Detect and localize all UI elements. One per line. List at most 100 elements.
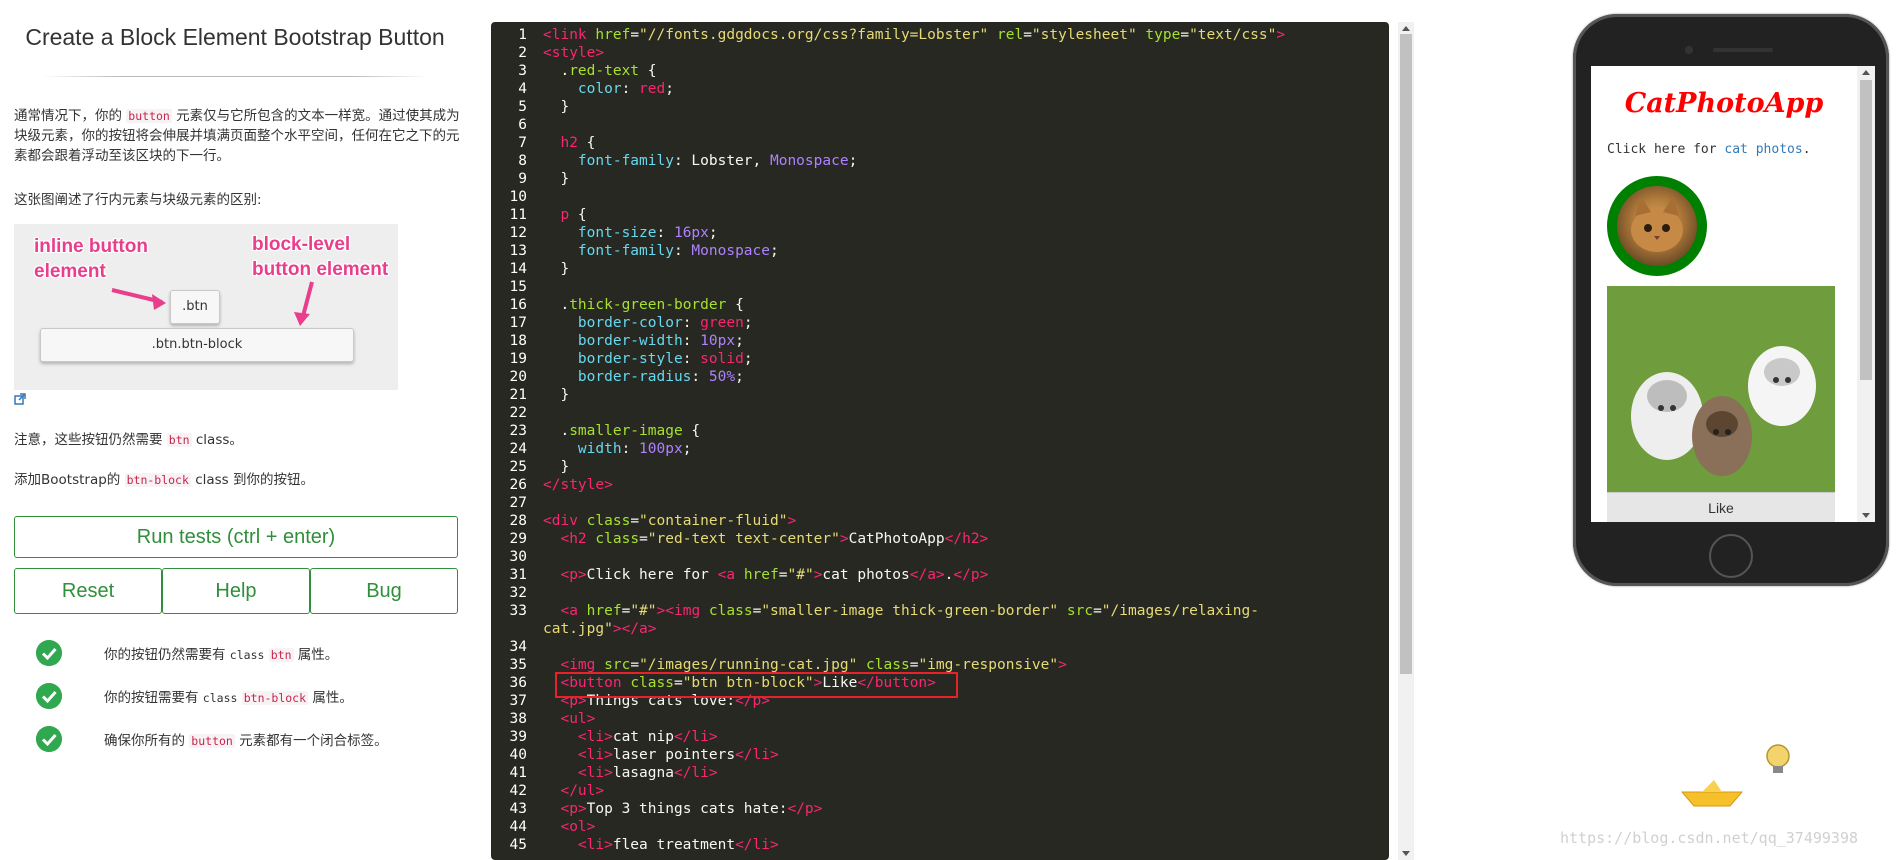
line-number: 26 <box>509 477 527 493</box>
line-number: 45 <box>509 837 527 853</box>
code-line[interactable]: <p>Top 3 things cats hate:</p> <box>543 800 822 818</box>
line-number: 9 <box>518 171 527 187</box>
code-line[interactable]: <li>cat nip</li> <box>543 728 718 746</box>
line-number: 15 <box>509 279 527 295</box>
code-line[interactable]: .thick-green-border { <box>543 296 743 314</box>
test-text: 你的按钮仍然需要有 class btn 属性。 <box>104 643 338 663</box>
code-line[interactable]: <li>lasagna</li> <box>543 764 718 782</box>
code-line[interactable]: } <box>543 98 569 116</box>
running-cat-image <box>1607 286 1835 514</box>
line-number: 14 <box>509 261 527 277</box>
code-line[interactable]: <a href="#"><img class="smaller-image th… <box>543 602 1258 620</box>
line-number: 22 <box>509 405 527 421</box>
code-line[interactable]: border-radius: 50%; <box>543 368 744 386</box>
paragraph-text: 添加Bootstrap的 <box>14 472 125 488</box>
code-line[interactable]: <h2 class="red-text text-center">CatPhot… <box>543 530 988 548</box>
code-line[interactable]: cat.jpg"></a> <box>543 620 657 638</box>
scrollbar-thumb[interactable] <box>1400 34 1412 674</box>
line-number: 41 <box>509 765 527 781</box>
code-line[interactable]: font-family: Monospace; <box>543 242 779 260</box>
line-number: 42 <box>509 783 527 799</box>
external-link-icon[interactable] <box>14 393 26 405</box>
scrollbar-thumb[interactable] <box>1860 80 1872 380</box>
code-line[interactable]: <li>laser pointers</li> <box>543 746 779 764</box>
inline-code: button <box>126 109 172 123</box>
code-line[interactable]: <ul> <box>543 710 595 728</box>
code-line[interactable]: <link href="//fonts.gdgdocs.org/css?fami… <box>543 26 1285 44</box>
code-line[interactable]: } <box>543 260 569 278</box>
task-paragraph: 添加Bootstrap的 btn-block class 到你的按钮。 <box>14 470 460 490</box>
code-line[interactable]: } <box>543 458 569 476</box>
cat-photos-link[interactable]: cat photos <box>1724 142 1802 157</box>
code-line[interactable]: border-width: 10px; <box>543 332 744 350</box>
speaker-icon <box>1713 48 1773 52</box>
scroll-up-icon[interactable] <box>1402 26 1410 31</box>
code-line[interactable]: } <box>543 386 569 404</box>
line-number: 43 <box>509 801 527 817</box>
scroll-down-icon[interactable] <box>1862 513 1870 518</box>
scroll-up-icon[interactable] <box>1862 70 1870 75</box>
test-item: 你的按钮仍然需要有 class btn 属性。 <box>36 638 466 668</box>
check-icon <box>36 640 62 666</box>
code-line[interactable]: <div class="container-fluid"> <box>543 512 796 530</box>
code-line[interactable]: <style> <box>543 44 604 62</box>
highlight-box <box>555 672 958 698</box>
title-divider <box>40 76 430 77</box>
line-number: 36 <box>509 675 527 691</box>
line-number: 35 <box>509 657 527 673</box>
line-number: 20 <box>509 369 527 385</box>
code-line[interactable]: </style> <box>543 476 613 494</box>
test-text-part: 属性。 <box>293 647 339 663</box>
code-line[interactable]: font-size: 16px; <box>543 224 718 242</box>
line-number: 40 <box>509 747 527 763</box>
preview-text: Click here for <box>1607 142 1725 157</box>
preview-scrollbar[interactable] <box>1857 66 1875 522</box>
test-text-part: 你的按钮需要有 <box>104 690 203 706</box>
line-number: 10 <box>509 189 527 205</box>
code-line[interactable]: border-color: green; <box>543 314 753 332</box>
paragraph-text: 通常情况下，你的 <box>14 108 127 124</box>
line-number: 13 <box>509 243 527 259</box>
code-line[interactable]: .red-text { <box>543 62 656 80</box>
line-number: 32 <box>509 585 527 601</box>
diagram-block-button: .btn.btn-block <box>40 328 354 362</box>
line-number: 19 <box>509 351 527 367</box>
code-line[interactable]: <ol> <box>543 818 595 836</box>
code-line[interactable]: <p>Click here for <a href="#">cat photos… <box>543 566 988 584</box>
test-text-part: 确保你所有的 <box>104 733 190 749</box>
scroll-down-icon[interactable] <box>1402 851 1410 856</box>
line-number: 38 <box>509 711 527 727</box>
code-line[interactable]: color: red; <box>543 80 674 98</box>
line-number: 21 <box>509 387 527 403</box>
code-line[interactable]: width: 100px; <box>543 440 692 458</box>
code-line[interactable]: border-style: solid; <box>543 350 753 368</box>
preview-paragraph: Click here for cat photos. <box>1607 142 1811 157</box>
preview-screen[interactable]: CatPhotoApp Click here for cat photos. L… <box>1591 66 1875 522</box>
code-line[interactable]: } <box>543 170 569 188</box>
paragraph-text: 注意，这些按钮仍然需要 <box>14 432 167 448</box>
code-line[interactable]: p { <box>543 206 586 224</box>
code-line[interactable]: </ul> <box>543 782 604 800</box>
inline-code: btn <box>268 648 294 662</box>
help-button[interactable]: Help <box>162 568 310 614</box>
code-line[interactable]: .smaller-image { <box>543 422 700 440</box>
like-button[interactable]: Like <box>1607 492 1835 522</box>
editor-scrollbar[interactable] <box>1398 22 1414 860</box>
test-item: 确保你所有的 button 元素都有一个闭合标签。 <box>36 724 466 754</box>
code-line[interactable]: <li>flea treatment</li> <box>543 836 779 854</box>
preview-text: . <box>1802 142 1811 157</box>
line-number: 27 <box>509 495 527 511</box>
line-number: 37 <box>509 693 527 709</box>
reset-button[interactable]: Reset <box>14 568 162 614</box>
code-line[interactable]: h2 { <box>543 134 595 152</box>
code-editor[interactable]: 1 2 3 4 5 6 7 8 9 10 11 12 13 14 15 16 17 18 19 20 21 22 23 24 2… <box>491 22 1389 860</box>
test-item: 你的按钮需要有 class btn-block 属性。 <box>36 681 466 711</box>
line-number: 4 <box>518 81 527 97</box>
camera-icon <box>1685 46 1693 54</box>
code-line[interactable]: font-family: Lobster, Monospace; <box>543 152 857 170</box>
relaxing-cat-image[interactable] <box>1607 176 1707 276</box>
run-tests-button[interactable]: Run tests (ctrl + enter) <box>14 516 458 558</box>
lightbulb-icon <box>1766 744 1790 773</box>
line-number: 2 <box>518 45 527 61</box>
bug-button[interactable]: Bug <box>310 568 458 614</box>
